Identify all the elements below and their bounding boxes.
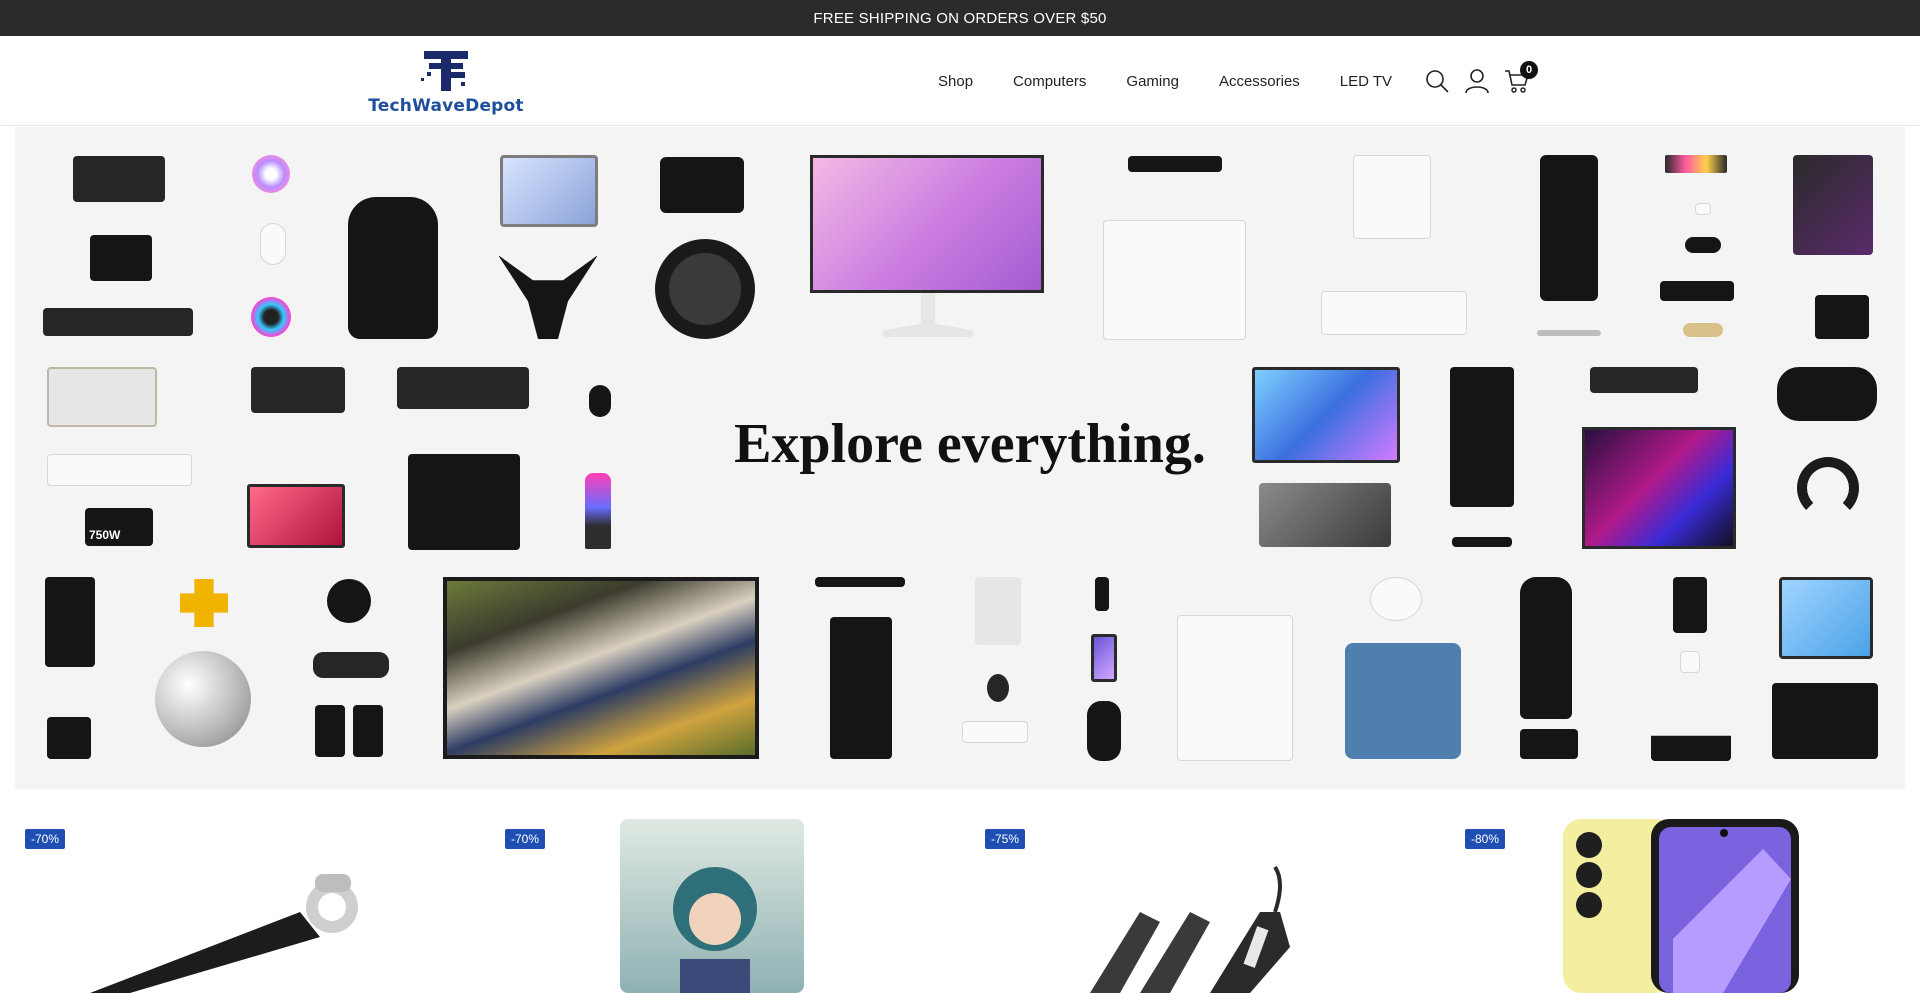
smartphone-image bbox=[1091, 634, 1117, 682]
gaming-router-image bbox=[1353, 155, 1431, 239]
product-image[interactable] bbox=[1080, 852, 1320, 993]
earbuds-image bbox=[1685, 237, 1721, 253]
stylus-image bbox=[1537, 330, 1601, 336]
ram-stick-image bbox=[1665, 155, 1727, 173]
pa-speaker-image bbox=[45, 577, 95, 667]
conference-speaker-image bbox=[313, 652, 389, 678]
nav-led-tv[interactable]: LED TV bbox=[1320, 73, 1412, 90]
logo-icon bbox=[421, 48, 471, 94]
product-card[interactable]: -70% bbox=[0, 812, 480, 993]
backpack-image bbox=[348, 197, 438, 339]
product-image[interactable] bbox=[90, 852, 390, 993]
mouse-image bbox=[260, 223, 286, 265]
wifi-router-image bbox=[1651, 735, 1731, 761]
power-tower-image bbox=[1520, 577, 1572, 719]
conference-phone-image bbox=[498, 255, 598, 339]
laptop-bag-image bbox=[1345, 643, 1461, 759]
tripod-light-image bbox=[180, 579, 228, 627]
desktop-speakers-image bbox=[315, 705, 345, 757]
nav-gaming[interactable]: Gaming bbox=[1106, 73, 1199, 90]
document-scanner-image bbox=[1177, 615, 1293, 761]
desktop-speakers-image-2 bbox=[353, 705, 383, 757]
product-image[interactable] bbox=[1563, 819, 1799, 993]
rgb-fan-image bbox=[252, 155, 290, 193]
announcement-text: FREE SHIPPING ON ORDERS OVER $50 bbox=[813, 9, 1107, 27]
racing-wheel-image bbox=[655, 239, 755, 339]
smart-speaker-image bbox=[327, 579, 371, 623]
camera-image bbox=[660, 157, 744, 213]
microphone-image bbox=[585, 473, 611, 549]
rack-panel-image bbox=[815, 577, 905, 587]
mini-pc-image bbox=[962, 721, 1028, 743]
hero-banner[interactable]: 750W Explore everything. bbox=[15, 127, 1905, 789]
announcement-bar: FREE SHIPPING ON ORDERS OVER $50 bbox=[0, 0, 1920, 36]
desk-mat-image bbox=[1259, 483, 1391, 547]
psu-label: 750W bbox=[89, 528, 121, 542]
ssd-image bbox=[1660, 281, 1734, 301]
hero-title: Explore everything. bbox=[734, 413, 1206, 475]
av-receiver-image bbox=[1590, 367, 1698, 393]
discount-badge: -70% bbox=[25, 829, 66, 849]
cpu-cooler-image bbox=[47, 717, 91, 759]
disco-ball-image bbox=[155, 651, 251, 747]
discount-badge: -70% bbox=[505, 829, 546, 849]
product-card[interactable]: -80% bbox=[1440, 812, 1920, 993]
portable-speaker-image bbox=[1087, 701, 1121, 761]
tablet-case-image bbox=[1772, 683, 1878, 759]
rgb-fan-image-2 bbox=[251, 297, 291, 337]
processor-image bbox=[1680, 651, 1700, 673]
nav-shop[interactable]: Shop bbox=[918, 73, 993, 90]
smartwatch-image bbox=[987, 674, 1009, 702]
nav-accessories[interactable]: Accessories bbox=[1199, 73, 1320, 90]
cart-count-badge: 0 bbox=[1520, 61, 1538, 79]
logo-text: TechWaveDepot bbox=[368, 96, 524, 116]
logo[interactable]: TechWaveDepot bbox=[368, 48, 524, 118]
motherboard-image bbox=[1793, 155, 1873, 255]
external-drive-image bbox=[975, 577, 1021, 645]
graphics-card-image bbox=[251, 367, 345, 413]
usb-drive-image bbox=[1683, 323, 1723, 337]
laptop-image bbox=[500, 155, 598, 227]
speedlight-image bbox=[1673, 577, 1707, 633]
mini-device-image bbox=[1520, 729, 1578, 759]
server-image bbox=[397, 367, 529, 409]
discount-badge: -75% bbox=[985, 829, 1026, 849]
network-switch-image bbox=[43, 308, 193, 336]
power-supply-image: 750W bbox=[85, 508, 153, 546]
tablet-image bbox=[247, 484, 345, 548]
header-icons: 0 bbox=[1424, 36, 1538, 126]
product-grid: -70% -70% -75% -80% bbox=[0, 812, 1920, 993]
webcam-image bbox=[1815, 295, 1869, 339]
projector-image bbox=[1321, 291, 1467, 335]
streaming-device-image bbox=[1128, 156, 1222, 172]
usb-hub-image bbox=[1452, 537, 1512, 547]
cart-icon[interactable]: 0 bbox=[1504, 61, 1538, 94]
product-card[interactable]: -70% bbox=[480, 812, 960, 993]
main-nav: Shop Computers Gaming Accessories LED TV bbox=[918, 36, 1412, 126]
audio-mixer-image bbox=[73, 156, 165, 202]
led-tv-image bbox=[443, 577, 759, 759]
ups-tower-image bbox=[1540, 155, 1598, 301]
printer-image bbox=[1103, 220, 1246, 340]
security-camera-image bbox=[1370, 577, 1422, 621]
account-icon[interactable] bbox=[1464, 68, 1490, 94]
product-image[interactable] bbox=[620, 819, 804, 993]
workstation-tower-image bbox=[830, 617, 892, 759]
nav-computers[interactable]: Computers bbox=[993, 73, 1106, 90]
pos-terminal-image bbox=[1779, 577, 1873, 659]
monitor-image bbox=[810, 155, 1044, 293]
monitor-stand-image bbox=[883, 293, 973, 337]
discount-badge: -80% bbox=[1465, 829, 1506, 849]
site-header: TechWaveDepot Shop Computers Gaming Acce… bbox=[0, 36, 1920, 126]
product-card[interactable]: -75% bbox=[960, 812, 1440, 993]
sound-card-image bbox=[90, 235, 152, 281]
smartphone-small-image bbox=[1095, 577, 1109, 611]
small-chip-image bbox=[1695, 203, 1711, 215]
search-icon[interactable] bbox=[1424, 68, 1450, 94]
